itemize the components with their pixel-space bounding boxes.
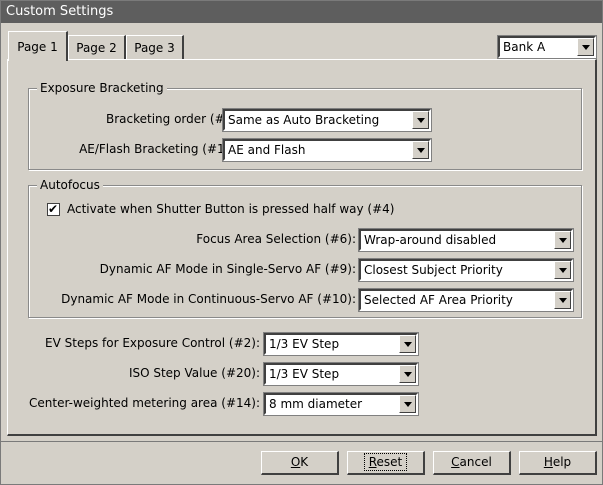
iso-step-label: ISO Step Value (#20): [128,366,260,380]
autofocus-legend: Autofocus [37,177,103,193]
bank-select-value: Bank A [503,40,546,54]
chevron-down-icon[interactable] [554,231,571,249]
reset-button-label: eset [376,455,403,469]
single-servo-select[interactable]: Closest Subject Priority [358,258,574,282]
ok-button-label: K [300,455,309,469]
ae-flash-bracketing-select[interactable]: AE and Flash [222,138,432,162]
exposure-bracketing-legend: Exposure Bracketing [37,80,167,96]
chevron-down-icon[interactable] [399,335,416,353]
ae-flash-bracketing-label: AE/Flash Bracketing (#11): [79,142,241,156]
chevron-down-icon[interactable] [399,365,416,383]
single-servo-label: Dynamic AF Mode in Single-Servo AF (#9): [99,262,356,276]
iso-step-value: 1/3 EV Step [269,367,340,381]
reset-button[interactable]: Reset [347,451,425,475]
focus-area-value: Wrap-around disabled [364,233,497,247]
cancel-button[interactable]: Cancel [433,451,511,475]
ok-button[interactable]: OK [261,451,339,475]
tab-page-3[interactable]: Page 3 [126,35,184,59]
custom-settings-window: Custom Settings Page 1 Page 2 Page 3 Ban… [0,0,603,485]
bracketing-order-select[interactable]: Same as Auto Bracketing [222,108,432,132]
cancel-button-label: ancel [459,455,492,469]
chevron-down-icon[interactable] [554,261,571,279]
footer-divider [1,441,602,442]
chevron-down-icon[interactable] [412,141,429,159]
bracketing-order-value: Same as Auto Bracketing [228,113,380,127]
continuous-servo-value: Selected AF Area Priority [364,293,513,307]
continuous-servo-select[interactable]: Selected AF Area Priority [358,288,574,312]
ok-button-mnemonic: O [290,455,301,469]
iso-step-select[interactable]: 1/3 EV Step [263,362,419,386]
chevron-down-icon[interactable] [554,291,571,309]
help-button-mnemonic: H [543,455,553,469]
help-button[interactable]: Help [519,451,597,475]
single-servo-value: Closest Subject Priority [364,263,503,277]
bank-select[interactable]: Bank A [497,35,597,59]
chevron-down-icon[interactable] [399,395,416,413]
checkmark-icon: ✔ [48,202,59,216]
bracketing-order-label: Bracketing order (#3): [105,112,241,126]
autofocus-group: Autofocus ✔ Activate when Shutter Button… [28,177,582,318]
tab-page-2[interactable]: Page 2 [68,35,126,59]
help-button-label: elp [552,455,572,469]
ev-steps-select[interactable]: 1/3 EV Step [263,332,419,356]
focus-area-label: Focus Area Selection (#6): [196,232,356,246]
focus-area-select[interactable]: Wrap-around disabled [358,228,574,252]
activate-half-press-checkbox[interactable]: ✔ [47,202,60,216]
chevron-down-icon[interactable] [577,38,594,56]
ev-steps-value: 1/3 EV Step [269,337,340,351]
center-weighted-label: Center-weighted metering area (#14): [29,396,260,410]
chevron-down-icon[interactable] [412,111,429,129]
ae-flash-bracketing-value: AE and Flash [228,143,306,157]
activate-half-press-label[interactable]: Activate when Shutter Button is pressed … [67,199,394,219]
continuous-servo-label: Dynamic AF Mode in Continuous-Servo AF (… [61,292,356,306]
window-title: Custom Settings [1,1,602,23]
ev-steps-label: EV Steps for Exposure Control (#2): [45,336,260,350]
reset-button-mnemonic: R [368,455,377,469]
tab-page-1-panel: Exposure Bracketing Bracketing order (#3… [7,59,597,436]
cancel-button-mnemonic: C [451,455,460,469]
center-weighted-select[interactable]: 8 mm diameter [263,392,419,416]
exposure-bracketing-group: Exposure Bracketing Bracketing order (#3… [28,80,582,170]
center-weighted-value: 8 mm diameter [269,397,363,411]
tab-page-1[interactable]: Page 1 [8,31,68,61]
